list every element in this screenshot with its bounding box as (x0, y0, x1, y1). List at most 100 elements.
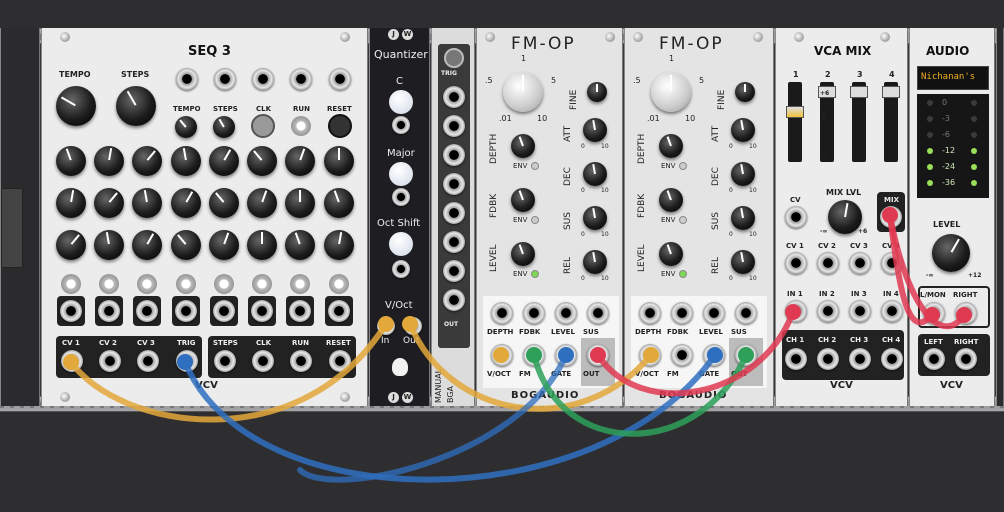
level-cv-jack[interactable] (703, 302, 725, 324)
fine-knob[interactable] (735, 82, 755, 102)
step-knob[interactable] (324, 146, 354, 176)
cv3-output-jack[interactable] (137, 350, 159, 372)
sus-knob[interactable] (731, 206, 755, 230)
fm-jack[interactable] (671, 344, 693, 366)
manual-out-jack[interactable] (443, 289, 465, 311)
ratio-knob[interactable] (503, 72, 543, 112)
fader-handle[interactable] (882, 86, 900, 98)
manual-out-jack[interactable] (443, 202, 465, 224)
scale-cv-jack[interactable] (392, 188, 410, 206)
step-gate-jack[interactable] (213, 300, 235, 322)
in-jack[interactable] (849, 300, 871, 322)
manual-trig-button[interactable] (444, 48, 464, 68)
steps-knob[interactable] (116, 86, 156, 126)
in-jack[interactable] (785, 300, 807, 322)
step-knob[interactable] (209, 188, 239, 218)
out-jack[interactable] (735, 344, 757, 366)
run-button[interactable] (291, 116, 311, 136)
level-knob[interactable] (511, 242, 535, 266)
audio-right-in-jack[interactable] (955, 302, 977, 324)
steps-cv-jack[interactable] (214, 68, 236, 90)
rel-knob[interactable] (583, 250, 607, 274)
gate-jack[interactable] (703, 344, 725, 366)
step-knob[interactable] (56, 230, 86, 260)
cv-jack[interactable] (817, 252, 839, 274)
trig-output-jack[interactable] (176, 350, 198, 372)
sus-cv-jack[interactable] (587, 302, 609, 324)
depth-cv-jack[interactable] (639, 302, 661, 324)
mix-level-knob[interactable] (828, 200, 862, 234)
oct-shift-knob[interactable] (389, 232, 413, 256)
depth-knob[interactable] (511, 134, 535, 158)
oct-shift-cv-jack[interactable] (392, 260, 410, 278)
voct-jack[interactable] (639, 344, 661, 366)
scale-knob[interactable] (389, 162, 413, 186)
manual-out-jack[interactable] (443, 260, 465, 282)
fdbk-knob[interactable] (511, 188, 535, 212)
level-cv-jack[interactable] (555, 302, 577, 324)
step-knob[interactable] (171, 230, 201, 260)
voct-jack[interactable] (491, 344, 513, 366)
cv-jack[interactable] (849, 252, 871, 274)
manual-out-jack[interactable] (443, 86, 465, 108)
step-knob[interactable] (171, 146, 201, 176)
step-gate-jack[interactable] (136, 300, 158, 322)
clk-input-jack[interactable] (252, 350, 274, 372)
cv2-output-jack[interactable] (99, 350, 121, 372)
step-knob[interactable] (209, 230, 239, 260)
step-knob[interactable] (285, 188, 315, 218)
step-knob[interactable] (94, 146, 124, 176)
step-gate-button[interactable] (214, 274, 234, 294)
fdbk-knob[interactable] (659, 188, 683, 212)
env-button[interactable] (531, 270, 539, 278)
depth-cv-jack[interactable] (491, 302, 513, 324)
step-gate-button[interactable] (329, 274, 349, 294)
step-knob[interactable] (285, 146, 315, 176)
audio-right-out-jack[interactable] (955, 348, 977, 370)
step-gate-jack[interactable] (251, 300, 273, 322)
out-jack[interactable] (587, 344, 609, 366)
fdbk-cv-jack[interactable] (671, 302, 693, 324)
tempo-knob[interactable] (56, 86, 96, 126)
sus-cv-jack[interactable] (735, 302, 757, 324)
step-gate-jack[interactable] (328, 300, 350, 322)
step-knob[interactable] (56, 146, 86, 176)
cv-jack[interactable] (785, 252, 807, 274)
step-gate-button[interactable] (61, 274, 81, 294)
step-gate-jack[interactable] (60, 300, 82, 322)
root-knob[interactable] (389, 90, 413, 114)
gate-jack[interactable] (555, 344, 577, 366)
manual-out-jack[interactable] (443, 231, 465, 253)
env-button[interactable] (679, 270, 687, 278)
step-gate-jack[interactable] (98, 300, 120, 322)
dec-knob[interactable] (583, 162, 607, 186)
env-button[interactable] (679, 216, 687, 224)
step-gate-button[interactable] (290, 274, 310, 294)
audio-left-out-jack[interactable] (923, 348, 945, 370)
dec-knob[interactable] (731, 162, 755, 186)
clk-button[interactable] (251, 114, 275, 138)
fader-handle[interactable] (850, 86, 868, 98)
ch-output-jack[interactable] (817, 348, 839, 370)
step-gate-button[interactable] (99, 274, 119, 294)
reset-button[interactable] (328, 114, 352, 138)
step-knob[interactable] (171, 188, 201, 218)
step-knob[interactable] (132, 146, 162, 176)
manual-out-jack[interactable] (443, 173, 465, 195)
tempo-cv-jack[interactable] (176, 68, 198, 90)
reset-jack[interactable] (329, 68, 351, 90)
tempo-cv-knob[interactable] (175, 116, 197, 138)
ch-output-jack[interactable] (881, 348, 903, 370)
ratio-knob[interactable] (651, 72, 691, 112)
step-knob[interactable] (247, 188, 277, 218)
in-jack[interactable] (817, 300, 839, 322)
att-knob[interactable] (731, 118, 755, 142)
step-knob[interactable] (324, 188, 354, 218)
step-gate-jack[interactable] (175, 300, 197, 322)
step-knob[interactable] (132, 188, 162, 218)
mix-output-jack[interactable] (880, 206, 902, 228)
step-gate-button[interactable] (252, 274, 272, 294)
cv1-output-jack[interactable] (61, 350, 83, 372)
sus-knob[interactable] (583, 206, 607, 230)
fm-jack[interactable] (523, 344, 545, 366)
